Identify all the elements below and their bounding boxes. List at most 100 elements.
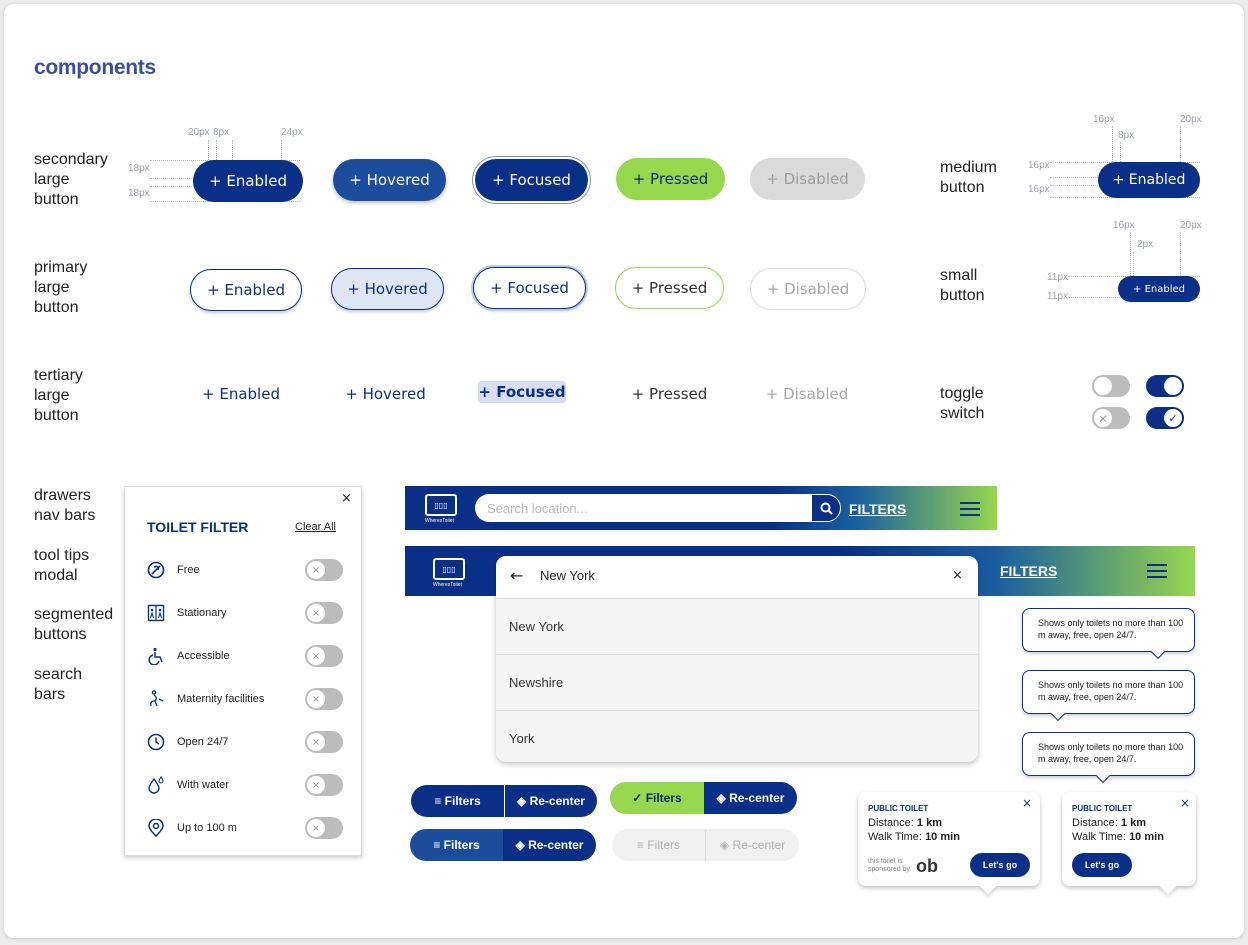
search-result-item[interactable]: Newshire	[496, 654, 978, 710]
segment-recenter-disabled[interactable]: ◈ Re-center	[705, 829, 799, 861]
filter-toggle-water[interactable]: ×	[305, 774, 343, 796]
tertiary-disabled-button[interactable]: + Disabled	[759, 383, 855, 405]
close-icon[interactable]: ×	[952, 568, 963, 583]
close-icon[interactable]: ×	[1022, 796, 1032, 810]
walk-time-line: Walk Time: 10 min	[1072, 831, 1164, 843]
segment-filters-hover[interactable]: ≡ Filters	[410, 829, 503, 861]
label-line: medium	[940, 159, 997, 176]
filter-label: Open 24/7	[177, 736, 229, 748]
filter-toggle-accessible[interactable]: ×	[305, 645, 343, 667]
close-icon: ×	[307, 819, 325, 837]
lets-go-button[interactable]: Let's go	[970, 853, 1030, 877]
primary-pressed-button[interactable]: + Pressed	[615, 267, 724, 309]
small-enabled-button[interactable]: + Enabled	[1118, 276, 1200, 302]
stationary-icon	[145, 602, 167, 624]
segment-filters-disabled[interactable]: ≡ Filters	[612, 829, 705, 861]
segment-label: Filters	[645, 791, 682, 805]
walk-label: Walk Time:	[868, 831, 922, 843]
tooltip-text: Shows only toilets no more than 100 m aw…	[1038, 618, 1184, 640]
label-line: switch	[940, 405, 985, 422]
label-toggle-switch: toggle switch	[940, 384, 984, 424]
label-primary-large-button: primary large button	[34, 258, 87, 318]
segment-filters-selected[interactable]: ✓ Filters	[610, 782, 704, 814]
toilet-info-modal-sponsored: × PUBLIC TOILET Distance: 1 km Walk Time…	[858, 792, 1040, 895]
logo-icon[interactable]: ▯▯▯	[425, 494, 457, 516]
primary-enabled-button[interactable]: + Enabled	[190, 269, 302, 311]
close-icon[interactable]: ×	[341, 491, 352, 506]
dimension-label: 20px	[188, 127, 210, 138]
search-result-item[interactable]: York	[496, 710, 978, 762]
logo-icon[interactable]: ▯▯▯	[433, 558, 465, 580]
filter-toggle-free[interactable]: ×	[305, 559, 343, 581]
sponsor-line: sponsored by	[868, 866, 911, 873]
distance-line: Distance: 1 km	[868, 817, 942, 829]
filter-toggle-stationary[interactable]: ×	[305, 602, 343, 624]
tertiary-focused-button[interactable]: + Focused	[478, 381, 566, 403]
primary-focused-button[interactable]: + Focused	[473, 267, 586, 309]
sponsor-line: this toilet is	[868, 858, 903, 865]
filter-toggle-maternity[interactable]: ×	[305, 688, 343, 710]
sponsor-logo: ob	[916, 856, 938, 876]
toggle-switch-on-icon[interactable]: ✓	[1146, 407, 1184, 429]
primary-hovered-button[interactable]: + Hovered	[331, 268, 444, 310]
toggle-knob	[1094, 377, 1112, 395]
tertiary-pressed-button[interactable]: + Pressed	[624, 383, 715, 405]
secondary-hovered-button[interactable]: + Hovered	[333, 159, 446, 201]
secondary-focused-button[interactable]: + Focused	[473, 157, 590, 203]
toggle-switch-on[interactable]	[1146, 375, 1184, 397]
menu-icon[interactable]	[960, 502, 980, 516]
close-icon: ×	[307, 690, 325, 708]
dimension-label: 20px	[1180, 220, 1202, 231]
segment-label: Re-center	[528, 838, 584, 852]
search-result-item[interactable]: New York	[496, 598, 978, 654]
segment-filters[interactable]: ≡ Filters	[411, 785, 504, 817]
search-input[interactable]: New York	[540, 568, 595, 583]
logo-text: WheresToilet	[425, 518, 454, 524]
menu-icon[interactable]	[1147, 564, 1167, 578]
secondary-pressed-button[interactable]: + Pressed	[616, 158, 725, 200]
walk-value: 10 min	[1129, 831, 1164, 843]
segment-label: Re-center	[729, 791, 785, 805]
clock-icon	[145, 731, 167, 753]
page-title: components	[34, 56, 156, 79]
walk-label: Walk Time:	[1072, 831, 1126, 843]
filters-link[interactable]: FILTERS	[1000, 563, 1057, 579]
clear-all-link[interactable]: Clear All	[295, 521, 336, 533]
filters-link[interactable]: FILTERS	[849, 501, 906, 517]
segment-recenter[interactable]: ◈ Re-center	[704, 782, 797, 814]
maternity-icon	[145, 688, 167, 710]
wheelchair-icon	[145, 645, 167, 667]
medium-enabled-button[interactable]: + Enabled	[1098, 162, 1200, 198]
close-icon: ×	[307, 604, 325, 622]
label-line: button	[34, 407, 79, 424]
filter-toggle-open-247[interactable]: ×	[305, 731, 343, 753]
walk-value: 10 min	[925, 831, 960, 843]
close-icon[interactable]: ×	[1180, 796, 1190, 810]
tertiary-hovered-button[interactable]: + Hovered	[338, 383, 433, 405]
lets-go-button[interactable]: Let's go	[1072, 853, 1132, 877]
segment-label: Filters	[443, 838, 480, 852]
tertiary-enabled-button[interactable]: + Enabled	[195, 383, 287, 405]
secondary-enabled-button[interactable]: + Enabled	[193, 160, 303, 202]
back-arrow-icon[interactable]: ←	[510, 566, 523, 585]
toggle-switch-off[interactable]	[1092, 375, 1130, 397]
search-button[interactable]	[811, 494, 841, 522]
search-input[interactable]: Search location...	[475, 494, 811, 522]
segment-recenter[interactable]: ◈ Re-center	[504, 785, 597, 817]
segment-recenter[interactable]: ◈ Re-center	[503, 829, 596, 861]
tooltip-text: Shows only toilets no more than 100 m aw…	[1038, 680, 1184, 702]
secondary-disabled-button[interactable]: + Disabled	[750, 158, 865, 200]
filter-toggle-distance[interactable]: ×	[305, 817, 343, 839]
dimension-label: 11px	[1047, 272, 1068, 283]
distance-value: 1 km	[1120, 817, 1146, 829]
dimension-label: 16px	[1028, 160, 1050, 171]
search-placeholder: Search location...	[487, 501, 588, 516]
segment-label: Filters	[647, 838, 680, 852]
segment-label: Re-center	[529, 794, 585, 808]
location-pin-icon	[145, 817, 167, 839]
toggle-switch-off-icon[interactable]: ×	[1092, 407, 1130, 429]
close-icon: ×	[307, 776, 325, 794]
primary-disabled-button[interactable]: + Disabled	[750, 268, 866, 310]
label-tooltips-modal: tool tips modal	[34, 546, 89, 586]
label-line: nav bars	[34, 507, 96, 524]
